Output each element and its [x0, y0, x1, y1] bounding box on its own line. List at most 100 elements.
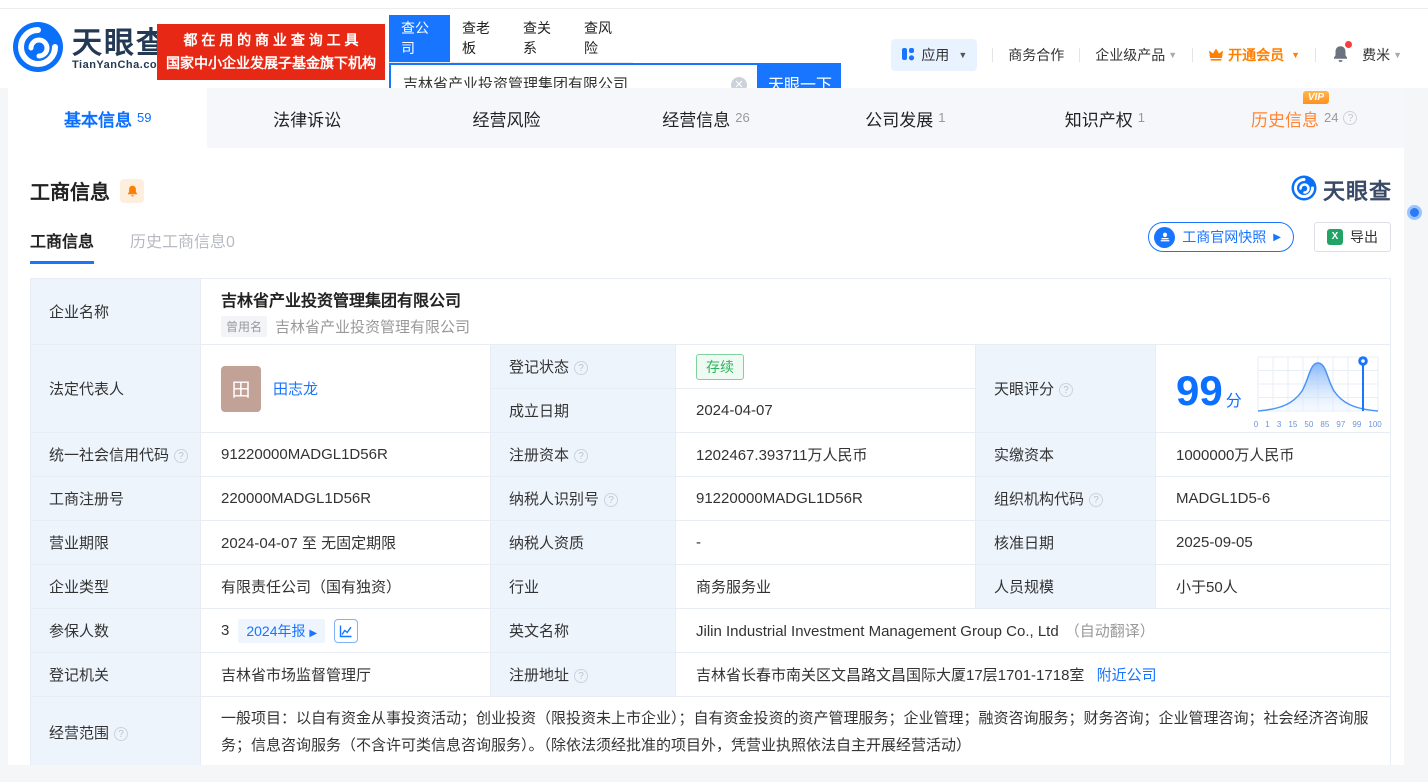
menu-divider	[1192, 48, 1194, 62]
chevron-right-icon: ▶	[309, 627, 318, 639]
field-value-reg-capital: 1202467.393711万人民币	[675, 432, 976, 477]
score-value: 99	[1176, 366, 1223, 414]
apps-menu-button[interactable]: 应用 ▼	[891, 39, 978, 71]
table-row: 统一社会信用代码? 91220000MADGL1D56R 注册资本? 12024…	[30, 432, 1391, 477]
help-icon[interactable]: ?	[1059, 383, 1074, 397]
field-label-reg-authority: 登记机关	[30, 652, 201, 697]
enterprise-products-menu[interactable]: 企业级产品 ▼	[1095, 45, 1177, 65]
field-value-reg-number: 220000MADGL1D56R	[200, 476, 491, 521]
tab-company-development[interactable]: 公司发展 1	[806, 88, 1005, 148]
field-value-taxpayer-quality: -	[675, 520, 976, 565]
help-icon[interactable]: ?	[574, 361, 589, 375]
open-vip-label: 开通会员	[1228, 47, 1285, 63]
help-icon[interactable]: ?	[1343, 111, 1358, 125]
field-label-taxpayer-quality: 纳税人资质	[490, 520, 676, 565]
notifications-button[interactable]	[1331, 40, 1353, 67]
field-label-industry: 行业	[490, 564, 676, 609]
field-value-approval-date: 2025-09-05	[1155, 520, 1391, 565]
help-icon[interactable]: ?	[604, 493, 619, 507]
field-value-taxpayer-id: 91220000MADGL1D56R	[675, 476, 976, 521]
subtab-business-info[interactable]: 工商信息	[30, 228, 95, 264]
tab-count: 26	[735, 109, 750, 125]
username: 费米	[1362, 47, 1391, 63]
former-name-tag: 曾用名	[221, 315, 268, 337]
field-value-reg-address: 吉林省长春市南关区文昌路文昌国际大厦17层1701-1718室 附近公司	[675, 652, 1391, 697]
business-info-table: 企业名称 吉林省产业投资管理集团有限公司 曾用名 吉林省产业投资管理有限公司 法…	[30, 278, 1391, 768]
floating-sidebar-handle[interactable]	[1407, 205, 1422, 220]
field-label-insured-count: 参保人数	[30, 608, 201, 653]
table-row: 参保人数 3 2024年报 ▶ 英文名称 Jilin Industrial In…	[30, 608, 1391, 653]
help-icon[interactable]: ?	[574, 669, 589, 683]
tab-legal-proceedings[interactable]: 法律诉讼	[207, 88, 406, 148]
stamp-icon	[1154, 226, 1176, 248]
official-snapshot-button[interactable]: 工商官网快照 ▶	[1148, 222, 1294, 252]
field-value-credit-code: 91220000MADGL1D56R	[200, 432, 491, 477]
subscribe-alert-button[interactable]	[120, 178, 144, 203]
help-icon[interactable]: ?	[1089, 493, 1104, 507]
tianyancha-watermark: 天眼查	[1291, 174, 1392, 206]
brand-slogan-banner: 都 在 用 的 商 业 查 询 工 具 国家中小企业发展子基金旗下机构	[157, 24, 385, 80]
section-title: 工商信息	[30, 182, 110, 204]
subtab-history-business-info[interactable]: 历史工商信息0	[130, 228, 235, 252]
avatar[interactable]: 田	[221, 365, 261, 412]
search-tab-company[interactable]: 查公司	[389, 15, 450, 62]
trend-chart-button[interactable]	[334, 618, 359, 643]
tab-label: 公司发展	[865, 110, 934, 130]
field-label-paid-capital: 实缴资本	[975, 432, 1156, 477]
auto-translate-note: （自动翻译）	[1064, 623, 1155, 640]
field-value-org-code: MADGL1D5-6	[1155, 476, 1391, 521]
help-icon[interactable]: ?	[574, 449, 589, 463]
tab-basic-info[interactable]: 基本信息 59	[8, 88, 208, 148]
field-label-reg-capital: 注册资本?	[490, 432, 676, 477]
search-tab-boss[interactable]: 查老板	[450, 15, 511, 62]
field-value-establish-date: 2024-04-07	[675, 388, 976, 433]
field-value-business-scope: 一般项目：以自有资金从事投资活动；创业投资（限投资未上市企业）；自有资金投资的资…	[200, 696, 1391, 768]
tab-label: 基本信息	[63, 110, 132, 130]
apps-grid-icon	[901, 47, 915, 64]
company-name: 吉林省产业投资管理集团有限公司	[221, 292, 462, 310]
field-label-business-scope: 经营范围?	[30, 696, 201, 768]
open-vip-button[interactable]: 开通会员 ▼	[1208, 45, 1300, 65]
field-label-reg-status: 登记状态?	[490, 344, 676, 389]
field-label-enterprise-name: 企业名称	[30, 278, 201, 345]
menu-divider	[1315, 48, 1317, 62]
status-badge: 存续	[696, 353, 744, 380]
export-button[interactable]: X 导出	[1314, 222, 1391, 252]
watermark-text: 天眼查	[1322, 179, 1392, 204]
field-value-reg-authority: 吉林省市场监督管理厅	[200, 652, 491, 697]
tab-operation-info[interactable]: 经营信息 26	[606, 88, 805, 148]
search-tab-risk[interactable]: 查风险	[572, 15, 633, 62]
page-margin	[0, 88, 8, 782]
table-row: 企业名称 吉林省产业投资管理集团有限公司 曾用名 吉林省产业投资管理有限公司	[30, 278, 1391, 345]
business-info-panel: 工商信息 天眼查 工商信息 历史工商信息0 工商官网快照 ▶ X 导出 企业名称…	[8, 148, 1404, 768]
tab-intellectual-property[interactable]: 知识产权 1	[1005, 88, 1204, 148]
tab-history-info[interactable]: 历史信息 VIP 24 ?	[1205, 88, 1404, 148]
user-menu[interactable]: 费米 ▼	[1362, 45, 1402, 65]
help-icon[interactable]: ?	[114, 726, 129, 741]
tab-operation-risk[interactable]: 经营风险	[407, 88, 606, 148]
chevron-down-icon: ▼	[1393, 50, 1402, 60]
legal-rep-link[interactable]: 田志龙	[273, 378, 318, 399]
brand-name: 天眼查	[72, 26, 168, 60]
table-row: 登记机关 吉林省市场监督管理厅 注册地址? 吉林省长春市南关区文昌路文昌国际大厦…	[30, 652, 1391, 697]
tianyancha-logo-icon	[1291, 175, 1317, 206]
chevron-down-icon: ▼	[1291, 50, 1301, 60]
tianyancha-logo[interactable]: 天眼查 TianYanCha.com	[12, 21, 168, 78]
annual-report-link[interactable]: 2024年报 ▶	[238, 618, 326, 643]
chevron-right-icon: ▶	[1273, 231, 1281, 243]
field-label-staff-size: 人员规模	[975, 564, 1156, 609]
field-label-credit-code: 统一社会信用代码?	[30, 432, 201, 477]
score-distribution-chart: 01 3 15 50 85 97 99 100	[1254, 353, 1384, 429]
business-cooperation-link[interactable]: 商务合作	[1008, 45, 1064, 65]
field-value-reg-status: 存续	[675, 344, 976, 389]
nearby-companies-link[interactable]: 附近公司	[1097, 667, 1157, 684]
search-tab-relation[interactable]: 查关系	[511, 15, 572, 62]
field-label-company-type: 企业类型	[30, 564, 201, 609]
menu-divider	[992, 48, 994, 62]
tab-label: 知识产权	[1064, 110, 1133, 130]
field-label-reg-address: 注册地址?	[490, 652, 676, 697]
field-value-business-term: 2024-04-07 至 无固定期限	[200, 520, 491, 565]
field-label-org-code: 组织机构代码?	[975, 476, 1156, 521]
help-icon[interactable]: ?	[174, 449, 189, 463]
table-row: 营业期限 2024-04-07 至 无固定期限 纳税人资质 - 核准日期 202…	[30, 520, 1391, 565]
